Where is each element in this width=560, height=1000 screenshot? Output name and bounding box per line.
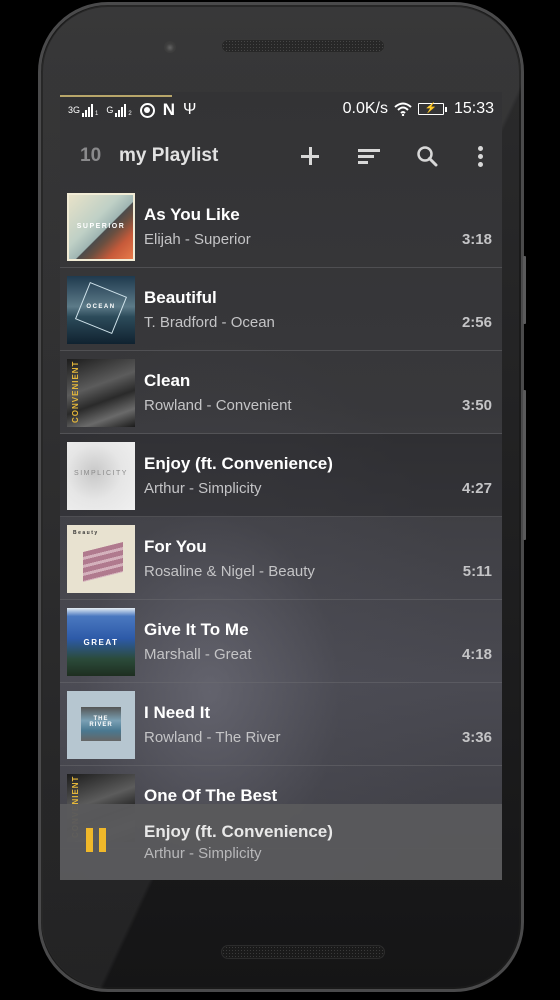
album-art: OCEAN <box>67 276 135 344</box>
status-progress-line <box>60 95 172 97</box>
network-type-label: 3G <box>68 105 81 115</box>
track-artist-album: Rowland - The River <box>144 729 281 746</box>
clock: 15:33 <box>453 100 494 117</box>
album-art-text: SUPERIOR <box>76 223 126 230</box>
now-playing-artist-album: Arthur - Simplicity <box>144 845 262 862</box>
album-art-text: CONVENIENT <box>71 360 80 423</box>
album-art-text: THE RIVER <box>89 716 113 728</box>
more-options-button[interactable] <box>460 136 500 176</box>
pause-icon-bar <box>86 828 93 852</box>
album-art-text: Beauty <box>73 530 99 536</box>
sync-circle-icon <box>139 102 155 118</box>
playlist-count: 10 <box>80 145 102 166</box>
track-row[interactable]: OCEAN Beautiful T. Bradford - Ocean 2:56 <box>60 268 502 351</box>
now-playing-title: Enjoy (ft. Convenience) <box>144 822 333 841</box>
sort-button[interactable] <box>349 136 389 176</box>
track-title: Beautiful <box>144 288 217 307</box>
add-button[interactable] <box>290 136 330 176</box>
track-duration: 3:36 <box>461 729 492 746</box>
earpiece-speaker <box>221 39 385 53</box>
n-app-icon: N <box>162 100 175 119</box>
track-duration: 5:11 <box>462 563 492 580</box>
album-art: CONVENIENT <box>67 359 135 427</box>
track-title: One Of The Best <box>144 786 278 805</box>
album-art: SUPERIOR <box>67 193 135 261</box>
power-button <box>523 390 526 540</box>
signal-icon: 3G 1 <box>68 104 99 117</box>
track-row[interactable]: Beauty For You Rosaline & Nigel - Beauty… <box>60 517 502 600</box>
track-duration: 2:56 <box>461 314 492 331</box>
front-camera <box>164 41 176 53</box>
screen: 3G 1 G 2 N Ψ 0.0K/s ⚡ 15:33 10 my Playli… <box>60 92 502 880</box>
track-title: I Need It <box>144 703 211 722</box>
track-title: Clean <box>144 371 191 390</box>
search-button[interactable] <box>407 136 447 176</box>
usb-icon: Ψ <box>183 101 197 118</box>
pause-icon-bar <box>99 828 106 852</box>
now-playing-bar[interactable]: Enjoy (ft. Convenience) Arthur - Simplic… <box>60 804 502 880</box>
track-title: Enjoy (ft. Convenience) <box>144 454 333 473</box>
bottom-speaker <box>221 945 385 959</box>
volume-button <box>523 256 526 324</box>
track-duration: 3:18 <box>461 231 492 248</box>
album-art-text: OCEAN <box>86 304 116 310</box>
album-art-text: SIMPLICITY <box>74 470 128 477</box>
track-row[interactable]: GREAT Give It To Me Marshall - Great 4:1… <box>60 600 502 683</box>
album-art-text: GREAT <box>83 638 119 647</box>
add-icon <box>301 147 319 165</box>
page-title: my Playlist <box>119 145 219 166</box>
album-art: THE RIVER <box>67 691 135 759</box>
album-art: SIMPLICITY <box>67 442 135 510</box>
track-artist-album: Rowland - Convenient <box>144 397 292 414</box>
track-title: As You Like <box>144 205 240 224</box>
track-duration: 4:18 <box>461 646 492 663</box>
app-bar: 10 my Playlist <box>60 124 502 184</box>
track-row[interactable]: THE RIVER I Need It Rowland - The River … <box>60 683 502 766</box>
track-row[interactable]: CONVENIENT Clean Rowland - Convenient 3:… <box>60 351 502 434</box>
track-row-active[interactable]: SIMPLICITY Enjoy (ft. Convenience) Arthu… <box>60 434 502 517</box>
track-artist-album: Marshall - Great <box>144 646 252 663</box>
signal-icon: G 2 <box>106 104 132 117</box>
network-type-label: G <box>106 105 114 115</box>
search-icon <box>417 146 438 167</box>
album-art: GREAT <box>67 608 135 676</box>
track-artist-album: Elijah - Superior <box>144 231 251 248</box>
track-row[interactable]: SUPERIOR As You Like Elijah - Superior 3… <box>60 185 502 268</box>
track-duration: 4:27 <box>461 480 492 497</box>
track-artist-album: T. Bradford - Ocean <box>144 314 275 331</box>
track-artist-album: Rosaline & Nigel - Beauty <box>144 563 315 580</box>
track-artist-album: Arthur - Simplicity <box>144 480 262 497</box>
network-speed: 0.0K/s <box>342 100 388 117</box>
wifi-icon <box>394 102 412 116</box>
track-title: For You <box>144 537 207 556</box>
track-list: SUPERIOR As You Like Elijah - Superior 3… <box>60 185 502 849</box>
sort-icon <box>358 148 380 164</box>
pause-button[interactable] <box>86 828 110 854</box>
status-bar: 3G 1 G 2 N Ψ 0.0K/s ⚡ 15:33 <box>60 98 502 124</box>
battery-charging-icon: ⚡ <box>417 103 447 115</box>
track-duration: 3:50 <box>461 397 492 414</box>
track-title: Give It To Me <box>144 620 249 639</box>
more-vert-icon <box>477 145 483 167</box>
album-art: Beauty <box>67 525 135 593</box>
